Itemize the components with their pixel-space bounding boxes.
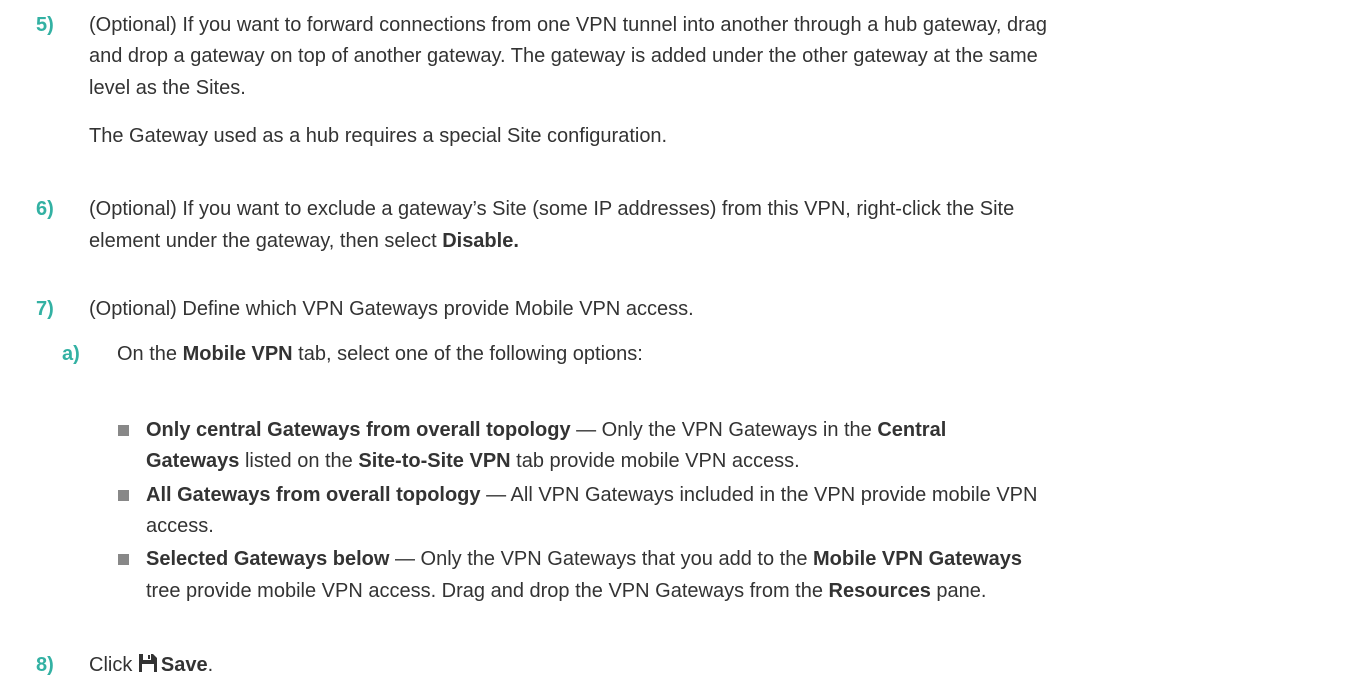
site-to-site-vpn-tab-label: Site-to-Site VPN [358, 450, 511, 472]
mobile-vpn-tab-label: Mobile VPN [182, 343, 293, 365]
resources-pane-label: Resources [828, 580, 931, 602]
step-8-number: 8) [36, 654, 54, 676]
step-6-text-line-2: element under the gateway, then select D… [89, 229, 519, 253]
step-7-text: (Optional) Define which VPN Gateways pro… [89, 298, 694, 320]
option-1-line-1: Only central Gateways from overall topol… [146, 418, 946, 442]
substep-a-pre: On the [117, 343, 183, 365]
disable-option-label: Disable. [442, 230, 519, 252]
step-6-text-line-1: (Optional) If you want to exclude a gate… [89, 198, 1015, 220]
step-6-number: 6) [36, 198, 54, 220]
step-5-text-line-2: and drop a gateway on top of another gat… [89, 45, 1038, 67]
step-8-period: . [207, 654, 214, 676]
option-2-line-2: access. [146, 515, 214, 537]
save-button-label: Save [160, 654, 208, 676]
bullet-icon [118, 490, 129, 501]
option-3-line-2: tree provide mobile VPN access. Drag and… [146, 579, 986, 603]
step-5-number: 5) [36, 14, 54, 36]
option-2-desc: — All VPN Gateways included in the VPN p… [480, 484, 1038, 506]
substep-a-text: On the Mobile VPN tab, select one of the… [117, 342, 643, 366]
bullet-icon [118, 554, 129, 565]
mobile-vpn-gateways-label: Mobile VPN Gateways [813, 548, 1022, 570]
step-5-text-line-3: level as the Sites. [89, 77, 246, 99]
step-5-text-line-1: (Optional) If you want to forward connec… [89, 14, 1047, 36]
option-1-line-2: Gateways listed on the Site-to-Site VPN … [146, 449, 800, 473]
option-1-term: Central [877, 419, 947, 441]
option-3-title: Selected Gateways below [146, 548, 390, 570]
step-5-note: The Gateway used as a hub requires a spe… [89, 125, 668, 147]
bullet-icon [118, 425, 129, 436]
substep-a-letter: a) [62, 343, 80, 365]
option-1-title: Only central Gateways from overall topol… [146, 419, 571, 441]
document-page: 5) (Optional) If you want to forward con… [0, 0, 1358, 679]
option-3-desc: — Only the VPN Gateways that you add to … [389, 548, 813, 570]
option-1-desc: — Only the VPN Gateways in the [570, 419, 878, 441]
option-3-desc-3: pane. [930, 580, 987, 602]
step-8-text: Click Save. [89, 653, 213, 679]
option-1-desc-3: tab provide mobile VPN access. [510, 450, 800, 472]
save-icon [138, 653, 158, 679]
option-3-desc-2: tree provide mobile VPN access. Drag and… [146, 580, 829, 602]
step-7-number: 7) [36, 298, 54, 320]
option-2-title: All Gateways from overall topology [146, 484, 481, 506]
substep-a-post: tab, select one of the following options… [292, 343, 643, 365]
step-6-text: element under the gateway, then select [89, 230, 443, 252]
option-1-desc-2: listed on the [239, 450, 359, 472]
step-8-click-text: Click [89, 654, 138, 676]
option-2-line-1: All Gateways from overall topology — All… [146, 483, 1037, 507]
option-1-term-cont: Gateways [146, 450, 240, 472]
option-3-line-1: Selected Gateways below — Only the VPN G… [146, 547, 1022, 571]
